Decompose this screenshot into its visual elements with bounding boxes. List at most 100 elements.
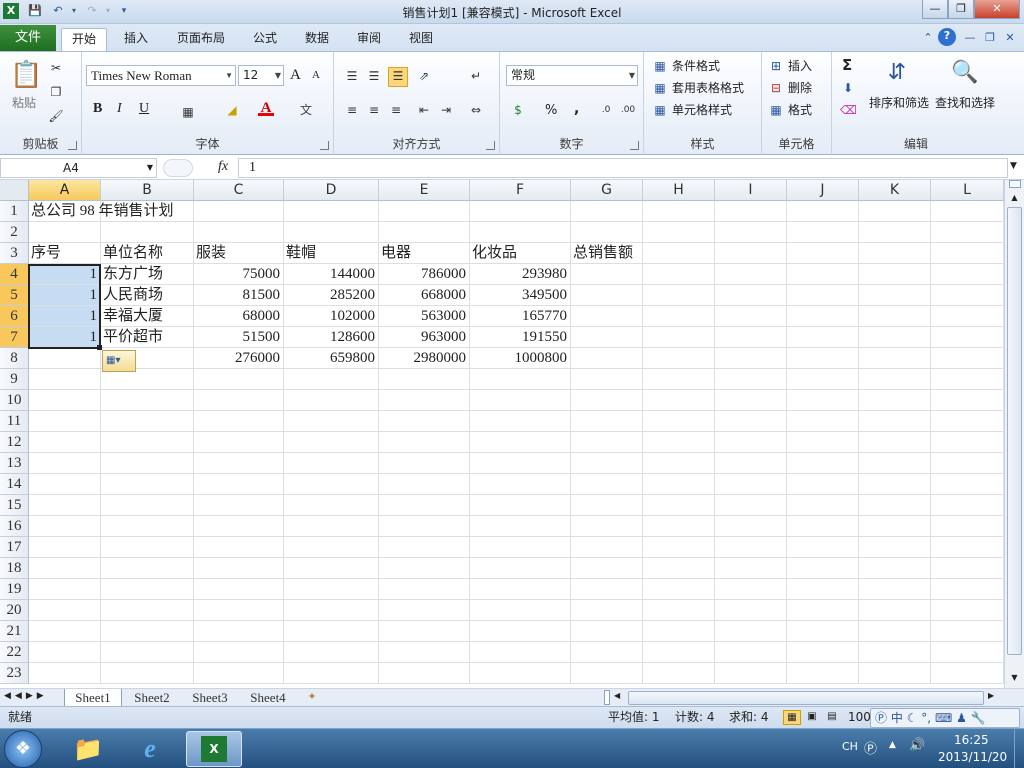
vertical-scrollbar[interactable]: ▲ ▼ (1004, 180, 1024, 688)
cell-g4[interactable] (571, 264, 643, 285)
align-center-icon[interactable]: ≡ (366, 102, 382, 118)
cell-b14[interactable] (101, 474, 194, 495)
phonetic-icon[interactable]: 文 (298, 102, 314, 118)
cell-g1[interactable] (571, 201, 643, 222)
font-name-select[interactable]: Times New Roman ▼ (86, 65, 236, 86)
cell-b10[interactable] (101, 390, 194, 411)
cell-k4[interactable] (859, 264, 931, 285)
row-header-11[interactable]: 11 (0, 411, 29, 432)
cell-c22[interactable] (194, 642, 284, 663)
cell-e23[interactable] (379, 663, 470, 684)
row-header-7[interactable]: 7 (0, 327, 29, 348)
cell-j17[interactable] (787, 537, 859, 558)
tab-page-layout[interactable]: 页面布局 (170, 28, 232, 51)
cell-i3[interactable] (715, 243, 787, 264)
cell-j9[interactable] (787, 369, 859, 390)
cell-styles-button[interactable]: 单元格样式 (672, 101, 732, 118)
cell-h2[interactable] (643, 222, 715, 243)
expand-formula-icon[interactable]: ▼ (1010, 161, 1017, 171)
split-box[interactable] (1009, 180, 1021, 188)
cell-a15[interactable] (29, 495, 101, 516)
format-painter-icon[interactable]: 🖌 (48, 108, 64, 124)
ie-taskbar-icon[interactable]: e (122, 731, 178, 767)
cell-c23[interactable] (194, 663, 284, 684)
cell-l21[interactable] (931, 621, 1004, 642)
cell-h20[interactable] (643, 600, 715, 621)
cell-k1[interactable] (859, 201, 931, 222)
cell-l7[interactable] (931, 327, 1004, 348)
cell-k21[interactable] (859, 621, 931, 642)
format-as-table-button[interactable]: 套用表格格式 (672, 79, 744, 96)
cell-l1[interactable] (931, 201, 1004, 222)
cell-i11[interactable] (715, 411, 787, 432)
cell-e4[interactable]: 786000 (379, 264, 470, 285)
cell-j4[interactable] (787, 264, 859, 285)
cell-i16[interactable] (715, 516, 787, 537)
cell-d12[interactable] (284, 432, 379, 453)
cell-i14[interactable] (715, 474, 787, 495)
align-middle-icon[interactable]: ☰ (366, 68, 382, 84)
cell-d11[interactable] (284, 411, 379, 432)
cell-k5[interactable] (859, 285, 931, 306)
cell-l3[interactable] (931, 243, 1004, 264)
cell-d4[interactable]: 144000 (284, 264, 379, 285)
increase-indent-icon[interactable]: ⇥ (438, 102, 454, 118)
number-launcher-icon[interactable] (630, 141, 639, 150)
cell-h22[interactable] (643, 642, 715, 663)
merge-center-icon[interactable]: ⇔ (468, 102, 484, 118)
cell-c1[interactable] (194, 201, 284, 222)
tab-file[interactable]: 文件 (0, 25, 56, 51)
page-break-view-icon[interactable]: ▤ (823, 710, 841, 725)
cell-b3[interactable]: 单位名称 (101, 243, 194, 264)
cell-l12[interactable] (931, 432, 1004, 453)
bold-button[interactable]: B (93, 101, 102, 117)
formula-bar-resize-icon[interactable] (163, 159, 193, 177)
italic-button[interactable]: I (117, 101, 122, 117)
cell-f5[interactable]: 349500 (470, 285, 571, 306)
cell-a22[interactable] (29, 642, 101, 663)
cell-j3[interactable] (787, 243, 859, 264)
cell-h10[interactable] (643, 390, 715, 411)
cell-f18[interactable] (470, 558, 571, 579)
horizontal-scroll-thumb[interactable] (628, 691, 984, 705)
cell-k6[interactable] (859, 306, 931, 327)
cell-g12[interactable] (571, 432, 643, 453)
cell-k9[interactable] (859, 369, 931, 390)
cell-j7[interactable] (787, 327, 859, 348)
decrease-decimal-icon[interactable]: .00 (620, 102, 636, 118)
cell-i7[interactable] (715, 327, 787, 348)
row-header-1[interactable]: 1 (0, 201, 29, 222)
cell-k8[interactable] (859, 348, 931, 369)
cell-d22[interactable] (284, 642, 379, 663)
volume-icon[interactable]: 🔊 (909, 738, 925, 753)
close-button[interactable]: ✕ (974, 0, 1020, 19)
tab-view[interactable]: 视图 (402, 28, 440, 51)
cell-g7[interactable] (571, 327, 643, 348)
cell-e9[interactable] (379, 369, 470, 390)
cell-l20[interactable] (931, 600, 1004, 621)
cell-b21[interactable] (101, 621, 194, 642)
cell-h12[interactable] (643, 432, 715, 453)
column-header-c[interactable]: C (194, 180, 284, 201)
cell-f20[interactable] (470, 600, 571, 621)
cell-g5[interactable] (571, 285, 643, 306)
cell-c9[interactable] (194, 369, 284, 390)
cell-a7[interactable]: 1 (29, 327, 101, 348)
cell-f13[interactable] (470, 453, 571, 474)
cell-f11[interactable] (470, 411, 571, 432)
cell-d19[interactable] (284, 579, 379, 600)
copy-icon[interactable]: ❐ (48, 84, 64, 100)
cell-e16[interactable] (379, 516, 470, 537)
cell-a13[interactable] (29, 453, 101, 474)
cell-e19[interactable] (379, 579, 470, 600)
cell-k3[interactable] (859, 243, 931, 264)
cell-k7[interactable] (859, 327, 931, 348)
cell-f21[interactable] (470, 621, 571, 642)
cell-a5[interactable]: 1 (29, 285, 101, 306)
cell-j13[interactable] (787, 453, 859, 474)
clear-icon[interactable]: ⌫ (840, 102, 857, 118)
cell-g13[interactable] (571, 453, 643, 474)
cell-f10[interactable] (470, 390, 571, 411)
cell-g18[interactable] (571, 558, 643, 579)
scroll-right-icon[interactable]: ▶ (988, 691, 994, 700)
